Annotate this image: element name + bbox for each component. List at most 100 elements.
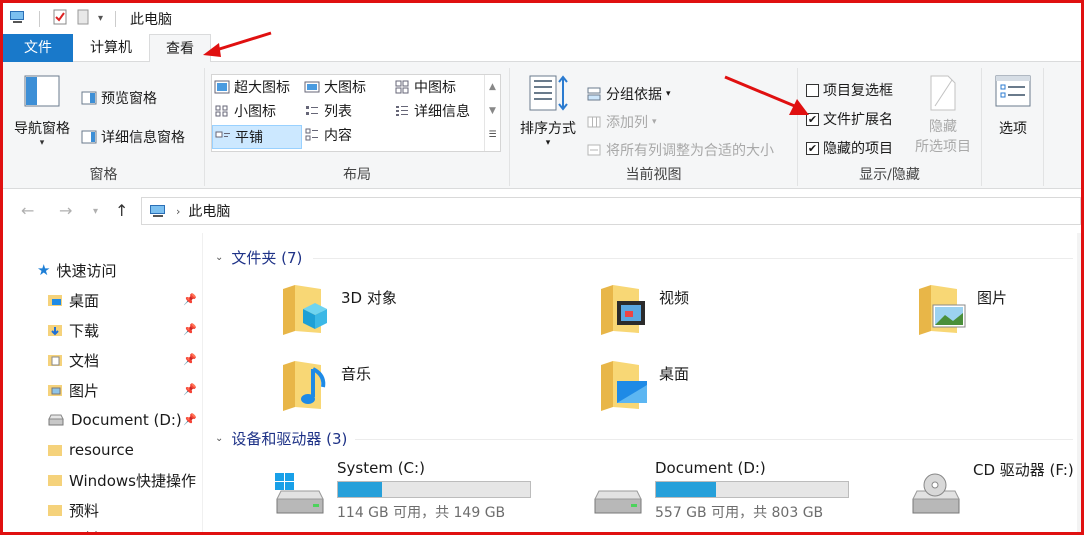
nav-item-quick-access[interactable]: ★ 快速访问 bbox=[37, 255, 193, 285]
properties-icon[interactable] bbox=[52, 9, 68, 29]
details-pane-button[interactable]: 详细信息窗格 bbox=[81, 127, 185, 147]
folder-3d-objects[interactable]: 3D 对象 bbox=[281, 281, 397, 337]
hide-selected-button[interactable]: 隐藏 所选项目 bbox=[910, 74, 976, 156]
sort-icon bbox=[529, 75, 568, 111]
nav-item-yuliao-2[interactable]: 预料 bbox=[47, 523, 202, 533]
more-icon[interactable]: ☰ bbox=[485, 123, 500, 147]
layout-tiles[interactable]: 平铺 bbox=[212, 125, 302, 149]
tab-file[interactable]: 文件 bbox=[3, 34, 73, 62]
tab-view[interactable]: 查看 bbox=[149, 34, 211, 63]
item-checkboxes-label: 项目复选框 bbox=[823, 83, 893, 99]
nav-pane-label: 导航窗格 bbox=[14, 121, 70, 137]
up-arrow-icon[interactable]: ↑ bbox=[115, 201, 128, 220]
checkbox-checked-icon[interactable]: ✔ bbox=[806, 141, 819, 155]
file-extensions-label: 文件扩展名 bbox=[823, 112, 893, 128]
nav-item-desktop[interactable]: 桌面 📌 bbox=[47, 285, 202, 315]
drive-d[interactable]: Document (D:) 557 GB 可用，共 803 GB bbox=[591, 459, 850, 522]
layout-small[interactable]: 小图标 bbox=[214, 101, 276, 121]
recent-locations-chevron-icon[interactable]: ▾ bbox=[93, 206, 98, 217]
cd-drive-icon bbox=[912, 473, 960, 514]
item-checkboxes-toggle[interactable]: 项目复选框 bbox=[806, 80, 893, 100]
scroll-up-icon[interactable]: ▲ bbox=[485, 75, 500, 99]
pin-icon[interactable]: 📌 bbox=[183, 383, 197, 396]
size-all-columns-label: 将所有列调整为合适的大小 bbox=[606, 143, 774, 159]
folder-desktop[interactable]: 桌面 bbox=[599, 357, 689, 413]
quick-access-toolbar: ▾ bbox=[9, 9, 120, 29]
group-by-button[interactable]: 分组依据 ▾ bbox=[586, 84, 671, 104]
nav-item-resource[interactable]: resource bbox=[47, 435, 202, 465]
nav-pane-button[interactable]: 导航窗格 ▾ bbox=[11, 74, 73, 148]
drive-c[interactable]: System (C:) 114 GB 可用，共 149 GB bbox=[273, 459, 532, 522]
folder-label: 图片 bbox=[977, 289, 1008, 307]
address-path[interactable]: 此电脑 bbox=[188, 201, 230, 221]
nav-item-documents[interactable]: 文档 📌 bbox=[47, 345, 202, 375]
section-devices[interactable]: ⌄ 设备和驱动器 (3) bbox=[215, 428, 347, 449]
options-button[interactable]: 选项 bbox=[990, 74, 1036, 138]
address-bar[interactable]: › 此电脑 bbox=[141, 197, 1081, 225]
folder-videos[interactable]: 视频 bbox=[599, 281, 689, 337]
gallery-scroll[interactable]: ▲ ▼ ☰ bbox=[484, 75, 500, 151]
chevron-down-icon[interactable]: ⌄ bbox=[215, 433, 223, 444]
3d-objects-folder-icon bbox=[283, 285, 327, 335]
nav-item-windows-shortcuts[interactable]: Windows快捷操作 bbox=[47, 465, 202, 495]
scroll-down-icon[interactable]: ▼ bbox=[485, 99, 500, 123]
layout-details[interactable]: 详细信息 bbox=[394, 101, 470, 121]
chevron-down-icon: ▾ bbox=[545, 138, 551, 148]
pin-icon[interactable]: 📌 bbox=[183, 413, 197, 426]
ribbon: 导航窗格 ▾ 预览窗格 详细信息窗格 窗格 超大图标 大图标 中图标 小图标 列… bbox=[3, 62, 1081, 189]
folder-label: 3D 对象 bbox=[341, 289, 397, 307]
tab-computer[interactable]: 计算机 bbox=[73, 34, 149, 62]
medium-icons-icon bbox=[395, 80, 409, 94]
scrollbar[interactable] bbox=[1077, 233, 1081, 532]
checkbox-unchecked-icon[interactable] bbox=[806, 83, 819, 97]
layout-large[interactable]: 大图标 bbox=[304, 77, 366, 97]
checkbox-checked-icon[interactable]: ✔ bbox=[806, 112, 819, 126]
window-frame: ▾ 此电脑 文件 计算机 查看 导航窗格 ▾ 预览窗格 详细信息窗格 窗格 超大… bbox=[0, 0, 1084, 535]
layout-medium[interactable]: 中图标 bbox=[394, 77, 456, 97]
hidden-items-toggle[interactable]: ✔ 隐藏的项目 bbox=[806, 138, 893, 158]
drive-f[interactable]: CD 驱动器 (F:) bbox=[909, 459, 1081, 514]
add-columns-button[interactable]: 添加列 ▾ bbox=[586, 112, 657, 132]
group-pane: 导航窗格 ▾ 预览窗格 详细信息窗格 窗格 bbox=[3, 68, 205, 186]
group-label-show-hide: 显示/隐藏 bbox=[859, 167, 920, 183]
preview-pane-icon bbox=[81, 91, 97, 105]
nav-item-label: resource bbox=[69, 441, 134, 459]
layout-list[interactable]: 列表 bbox=[304, 101, 352, 121]
desktop-folder-icon bbox=[48, 295, 62, 306]
folder-pictures[interactable]: 图片 bbox=[917, 281, 1007, 337]
group-layout: 超大图标 大图标 中图标 小图标 列表 详细信息 平铺 内容 ▲ ▼ ☰ 布局 bbox=[205, 68, 510, 186]
pin-icon[interactable]: 📌 bbox=[183, 353, 197, 366]
forward-arrow-icon[interactable]: → bbox=[59, 201, 72, 220]
chevron-down-icon[interactable]: ⌄ bbox=[215, 252, 223, 263]
group-options: 选项 bbox=[982, 68, 1044, 186]
large-icons-icon bbox=[304, 81, 320, 93]
folder-music[interactable]: 音乐 bbox=[281, 357, 371, 413]
computer-icon[interactable] bbox=[9, 9, 27, 29]
pin-icon[interactable]: 📌 bbox=[183, 323, 197, 336]
nav-item-pictures[interactable]: 图片 📌 bbox=[47, 375, 202, 405]
layout-medium-label: 中图标 bbox=[414, 80, 456, 96]
back-arrow-icon[interactable]: ← bbox=[21, 201, 34, 220]
preview-pane-button[interactable]: 预览窗格 bbox=[81, 88, 157, 108]
group-by-icon bbox=[587, 87, 601, 101]
nav-item-yuliao[interactable]: 预料 bbox=[47, 495, 202, 525]
drive-name: System (C:) bbox=[337, 459, 425, 477]
chevron-right-icon[interactable]: › bbox=[176, 205, 180, 218]
nav-item-downloads[interactable]: 下载 📌 bbox=[47, 315, 202, 345]
size-all-columns-button[interactable]: 将所有列调整为合适的大小 bbox=[586, 140, 774, 160]
divider bbox=[355, 439, 1073, 440]
small-icons-icon bbox=[215, 105, 228, 117]
drive-usage-bar bbox=[655, 481, 849, 498]
layout-content[interactable]: 内容 bbox=[304, 125, 352, 145]
chevron-down-icon[interactable]: ▾ bbox=[98, 13, 103, 24]
new-folder-icon[interactable] bbox=[76, 9, 90, 29]
drive-icon bbox=[48, 414, 64, 426]
drive-free-space: 557 GB 可用，共 803 GB bbox=[655, 505, 824, 521]
layout-extra-large[interactable]: 超大图标 bbox=[214, 77, 290, 97]
nav-item-document-d[interactable]: Document (D:) 📌 bbox=[47, 405, 202, 435]
section-folders[interactable]: ⌄ 文件夹 (7) bbox=[215, 247, 302, 268]
sort-by-button[interactable]: 排序方式 ▾ bbox=[516, 74, 580, 148]
pin-icon[interactable]: 📌 bbox=[183, 293, 197, 306]
file-extensions-toggle[interactable]: ✔ 文件扩展名 bbox=[806, 109, 893, 129]
folder-icon bbox=[48, 475, 62, 486]
